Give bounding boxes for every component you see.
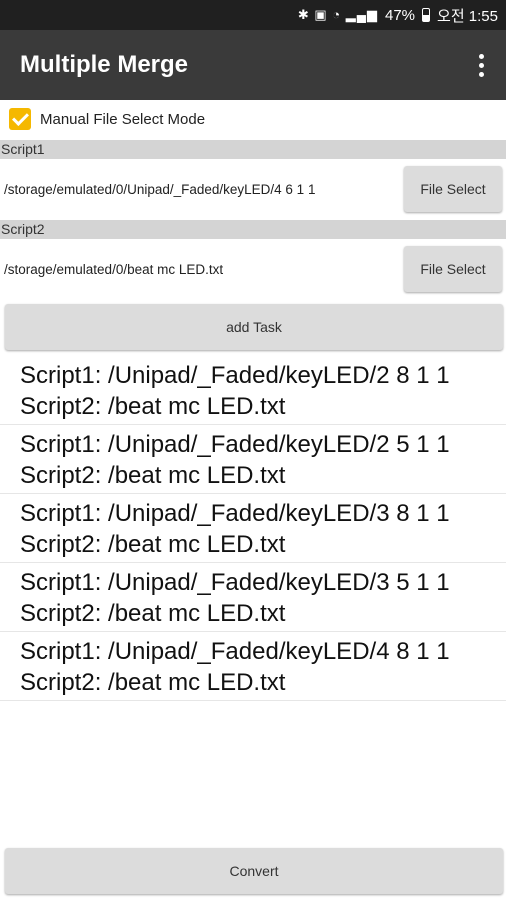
convert-button[interactable]: Convert — [5, 848, 503, 894]
script1-file-select-button[interactable]: File Select — [404, 166, 502, 212]
task-script2: Script2: /beat mc LED.txt — [20, 392, 286, 420]
task-script1: Script1: /Unipad/_Faded/keyLED/2 8 1 1 — [20, 362, 450, 389]
script2-path: /storage/emulated/0/beat mc LED.txt — [4, 261, 224, 277]
script2-header: Script2 — [0, 220, 506, 239]
script1-header: Script1 — [0, 140, 506, 159]
status-icons: ✱ ▣ ◔ ▂▄▆ — [298, 7, 378, 23]
task-script1: Script1: /Unipad/_Faded/keyLED/2 5 1 1 — [20, 431, 450, 458]
app-title: Multiple Merge — [20, 51, 189, 78]
manual-mode-row[interactable]: Manual File Select Mode — [0, 100, 506, 138]
task-item[interactable]: Script1: /Unipad/_Faded/keyLED/3 5 1 1 S… — [0, 563, 506, 632]
task-item[interactable]: Script1: /Unipad/_Faded/keyLED/4 8 1 1 S… — [0, 632, 506, 701]
task-script2: Script2: /beat mc LED.txt — [20, 530, 286, 558]
overflow-menu-icon[interactable] — [456, 30, 506, 100]
task-item[interactable]: Script1: /Unipad/_Faded/keyLED/3 8 1 1 S… — [0, 494, 506, 563]
bluetooth-icon: ✱ — [297, 7, 310, 22]
script1-path: /storage/emulated/0/Unipad/_Faded/keyLED… — [4, 181, 316, 197]
clock: 오전 1:55 — [437, 7, 498, 25]
status-bar: ✱ ▣ ◔ ▂▄▆ 47% 오전 1:55 — [0, 0, 506, 30]
task-script2: Script2: /beat mc LED.txt — [20, 461, 286, 489]
script2-file-select-button[interactable]: File Select — [404, 246, 502, 292]
manual-mode-checkbox[interactable] — [9, 108, 31, 130]
battery-icon — [422, 8, 431, 22]
signal-icon: ▂▄▆ — [345, 7, 378, 22]
task-script2: Script2: /beat mc LED.txt — [20, 668, 286, 696]
nfc-icon: ▣ — [314, 7, 328, 22]
script2-row: /storage/emulated/0/beat mc LED.txt File… — [0, 239, 506, 299]
add-task-button[interactable]: add Task — [5, 304, 503, 350]
task-script1: Script1: /Unipad/_Faded/keyLED/3 5 1 1 — [20, 569, 450, 596]
wifi-icon: ◔ — [332, 7, 342, 22]
task-item[interactable]: Script1: /Unipad/_Faded/keyLED/2 8 1 1 S… — [0, 356, 506, 425]
task-script2: Script2: /beat mc LED.txt — [20, 599, 286, 627]
task-script1: Script1: /Unipad/_Faded/keyLED/3 8 1 1 — [20, 500, 450, 527]
task-script1: Script1: /Unipad/_Faded/keyLED/4 8 1 1 — [20, 638, 450, 665]
battery-percent: 47% — [385, 6, 416, 24]
app-bar: Multiple Merge — [0, 30, 506, 100]
manual-mode-label: Manual File Select Mode — [40, 110, 206, 128]
task-item[interactable]: Script1: /Unipad/_Faded/keyLED/2 5 1 1 S… — [0, 425, 506, 494]
script1-row: /storage/emulated/0/Unipad/_Faded/keyLED… — [0, 159, 506, 219]
task-list[interactable]: Script1: /Unipad/_Faded/keyLED/2 8 1 1 S… — [0, 356, 506, 840]
